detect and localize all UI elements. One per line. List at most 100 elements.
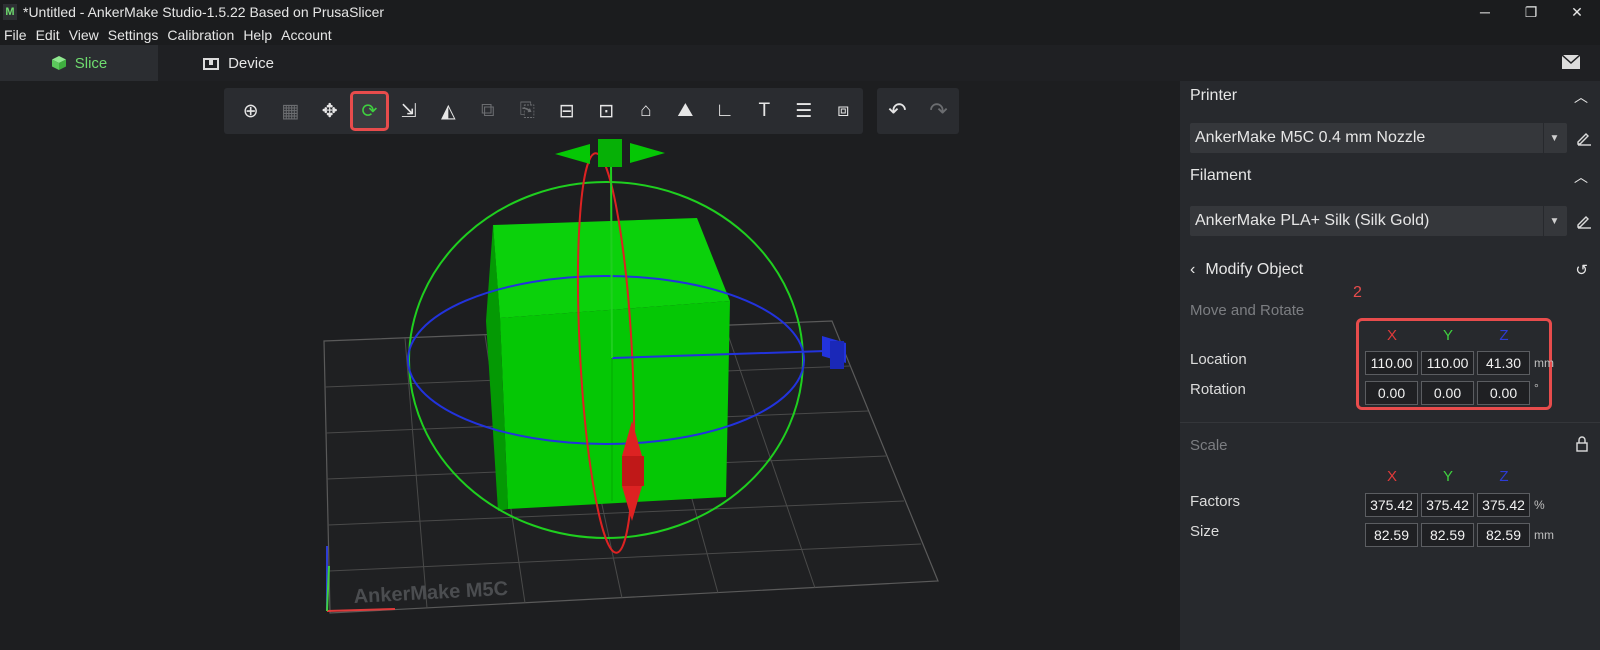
location-z-input[interactable]: 41.30 — [1477, 351, 1530, 375]
tab-bar: Slice Device — [0, 45, 1600, 81]
measure-tool-button[interactable]: ∟ — [705, 91, 745, 131]
menu-calibration[interactable]: Calibration — [163, 27, 239, 43]
menu-account[interactable]: Account — [277, 27, 337, 43]
menu-help[interactable]: Help — [239, 27, 277, 43]
tab-slice[interactable]: Slice — [0, 45, 158, 81]
text-icon: T — [758, 100, 771, 121]
chevron-up-icon[interactable]: ︿ — [1574, 167, 1588, 187]
chevron-up-icon[interactable]: ︿ — [1574, 87, 1588, 107]
reset-icon[interactable]: ↺ — [1575, 261, 1588, 279]
cut-icon: ⊟ — [558, 100, 575, 122]
divider — [1180, 422, 1600, 423]
rotation-y-input[interactable]: 0.00 — [1421, 381, 1474, 405]
layers-icon: ☰ — [795, 100, 813, 122]
menu-view[interactable]: View — [65, 27, 104, 43]
menu-settings[interactable]: Settings — [104, 27, 164, 43]
rotate-tool-button[interactable]: ⟳ — [349, 91, 390, 131]
filament-label: Filament — [1190, 167, 1252, 184]
rotate-handle-y[interactable] — [555, 139, 665, 167]
tab-device[interactable]: Device — [158, 45, 318, 81]
minimize-button[interactable]: ─ — [1462, 0, 1508, 24]
auto-orient-tool-button[interactable]: ⛰ — [666, 91, 706, 131]
scale-tool-button[interactable]: ⇲ — [389, 91, 429, 131]
axis-x-label: X — [1386, 327, 1397, 344]
seam-icon: ⌂ — [640, 100, 652, 121]
layers-tool-button[interactable]: ☰ — [784, 91, 824, 131]
factor-z-input[interactable]: 375.42 — [1477, 493, 1530, 517]
tab-slice-label: Slice — [74, 54, 108, 72]
modify-object-header[interactable]: ‹ Modify Object — [1190, 258, 1590, 282]
rotation-x-input[interactable]: 0.00 — [1365, 381, 1418, 405]
menu-edit[interactable]: Edit — [32, 27, 65, 43]
undo-redo-bar: ↶ ↷ — [877, 88, 959, 134]
rotate-icon: ⟳ — [361, 100, 378, 122]
paste-tool-button[interactable]: ⎘ — [508, 91, 548, 131]
arrange-icon: ▦ — [281, 100, 300, 122]
rotation-z-input[interactable]: 0.00 — [1477, 381, 1530, 405]
close-button[interactable]: ✕ — [1554, 0, 1600, 24]
size-y-input[interactable]: 82.59 — [1421, 523, 1474, 547]
scale-icon: ⇲ — [400, 100, 417, 122]
paste-icon: ⎘ — [519, 100, 535, 121]
copy-tool-button[interactable]: ⧉ — [468, 91, 508, 131]
filament-section-header[interactable]: Filament ︿ — [1180, 161, 1600, 191]
auto-orient-icon: ⛰ — [677, 100, 694, 121]
tab-device-label: Device — [228, 54, 274, 72]
scale-axis-y-label: Y — [1442, 468, 1453, 485]
printer-select[interactable]: AnkerMake M5C 0.4 mm Nozzle ▼ — [1190, 123, 1567, 153]
text-tool-button[interactable]: T — [745, 91, 785, 131]
factor-x-input[interactable]: 375.42 — [1365, 493, 1418, 517]
undo-button[interactable]: ↶ — [888, 98, 906, 124]
move-tool-button[interactable]: ✥ — [310, 91, 350, 131]
size-x-input[interactable]: 82.59 — [1365, 523, 1418, 547]
copy-icon: ⧉ — [481, 100, 495, 121]
cube-icon — [51, 56, 66, 70]
size-label: Size — [1190, 523, 1220, 540]
scale-axis-x-label: X — [1386, 468, 1397, 485]
move-icon: ✥ — [321, 100, 338, 122]
measure-icon: ∟ — [715, 100, 735, 121]
printer-value: AnkerMake M5C 0.4 mm Nozzle — [1195, 129, 1426, 146]
add-object-tool-button[interactable]: ⊕ — [231, 91, 271, 131]
mail-icon[interactable] — [1562, 55, 1580, 69]
location-x-input[interactable]: 110.00 — [1365, 351, 1418, 375]
edit-filament-icon[interactable] — [1576, 213, 1592, 229]
support-icon: ⊡ — [598, 100, 615, 122]
scene[interactable]: AnkerMake M5C — [0, 81, 1180, 650]
support-tool-button[interactable]: ⊡ — [587, 91, 627, 131]
settings-panel: Printer ︿ AnkerMake M5C 0.4 mm Nozzle ▼ … — [1180, 81, 1600, 650]
arrange-tool-button[interactable]: ▦ — [271, 91, 311, 131]
redo-button[interactable]: ↷ — [929, 98, 947, 124]
scale-label: Scale — [1190, 437, 1228, 454]
seam-tool-button[interactable]: ⌂ — [626, 91, 666, 131]
assembly-tool-button[interactable]: ⧈ — [824, 91, 864, 131]
move-rotate-label: Move and Rotate — [1190, 302, 1305, 319]
printer-section-header[interactable]: Printer ︿ — [1180, 81, 1600, 111]
assembly-icon: ⧈ — [837, 100, 850, 121]
factor-y-input[interactable]: 375.42 — [1421, 493, 1474, 517]
rotation-label: Rotation — [1190, 381, 1246, 398]
edit-printer-icon[interactable] — [1576, 130, 1592, 146]
modify-object-title: Modify Object — [1205, 261, 1304, 278]
chevron-down-icon[interactable]: ▼ — [1543, 123, 1565, 153]
model-cube[interactable] — [486, 218, 730, 511]
cut-tool-button[interactable]: ⊟ — [547, 91, 587, 131]
location-label: Location — [1190, 351, 1247, 368]
menu-file[interactable]: File — [0, 27, 32, 43]
size-z-input[interactable]: 82.59 — [1477, 523, 1530, 547]
maximize-button[interactable]: ❐ — [1508, 0, 1554, 24]
back-arrow-icon[interactable]: ‹ — [1190, 261, 1195, 279]
filament-select[interactable]: AnkerMake PLA+ Silk (Silk Gold) ▼ — [1190, 206, 1567, 236]
axis-y-label: Y — [1442, 327, 1453, 344]
printer-label: Printer — [1190, 87, 1238, 104]
location-unit: mm — [1534, 356, 1554, 370]
rotation-unit: ° — [1534, 381, 1539, 395]
object-toolbar: ⊕ ▦ ✥ ⟳ ⇲ ◭ ⧉ ⎘ ⊟ ⊡ ⌂ ⛰ ∟ T ☰ ⧈ — [224, 88, 863, 134]
place-on-face-tool-button[interactable]: ◭ — [429, 91, 469, 131]
title-bar: M *Untitled - AnkerMake Studio-1.5.22 Ba… — [0, 0, 1600, 24]
location-y-input[interactable]: 110.00 — [1421, 351, 1474, 375]
app-logo-icon: M — [3, 4, 17, 20]
lock-icon[interactable] — [1576, 436, 1588, 452]
chevron-down-icon[interactable]: ▼ — [1543, 206, 1565, 236]
3d-viewport[interactable]: AnkerMake M5C ⊕ ▦ ✥ ⟳ ⇲ ◭ ⧉ ⎘ ⊟ ⊡ ⌂ ⛰ ∟ … — [0, 81, 1180, 650]
